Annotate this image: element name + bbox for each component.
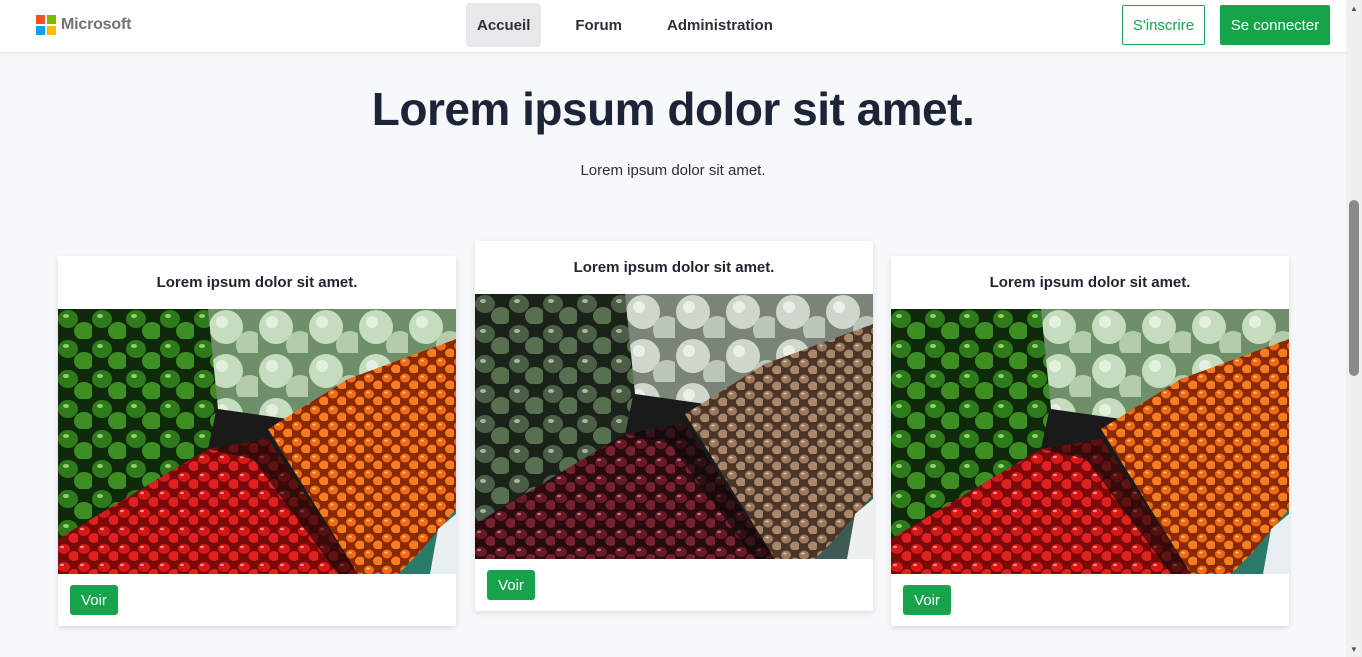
- product-card: Lorem ipsum dolor sit amet. Voir: [475, 241, 873, 611]
- hero-subtitle: Lorem ipsum dolor sit amet.: [580, 162, 766, 179]
- nav-item-forum[interactable]: Forum: [564, 3, 633, 47]
- main-nav: Accueil Forum Administration: [466, 3, 807, 47]
- vegetable-market-image: [891, 309, 1289, 574]
- card-footer: Voir: [475, 559, 873, 611]
- card-title: Lorem ipsum dolor sit amet.: [573, 259, 775, 276]
- scrollbar-thumb[interactable]: [1349, 200, 1359, 376]
- card-footer: Voir: [891, 574, 1289, 626]
- nav-item-administration[interactable]: Administration: [656, 3, 784, 47]
- product-card: Lorem ipsum dolor sit amet. Voir: [891, 256, 1289, 626]
- product-card: Lorem ipsum dolor sit amet. Voir: [58, 256, 456, 626]
- brand-logo[interactable]: Microsoft: [36, 15, 131, 35]
- vegetable-market-image: [58, 309, 456, 574]
- vegetable-market-image: [475, 294, 873, 559]
- top-navbar: Microsoft Accueil Forum Administration S…: [0, 0, 1346, 53]
- signup-button[interactable]: S'inscrire: [1122, 5, 1205, 45]
- voir-button[interactable]: Voir: [487, 570, 535, 600]
- scroll-down-arrow-icon[interactable]: ▼: [1346, 641, 1362, 657]
- brand-name: Microsoft: [61, 16, 132, 33]
- card-footer: Voir: [58, 574, 456, 626]
- hero-title: Lorem ipsum dolor sit amet.: [371, 83, 975, 135]
- voir-button[interactable]: Voir: [70, 585, 118, 615]
- page: Microsoft Accueil Forum Administration S…: [0, 0, 1346, 657]
- login-button[interactable]: Se connecter: [1220, 5, 1330, 45]
- scroll-up-arrow-icon[interactable]: ▲: [1346, 0, 1362, 16]
- nav-item-accueil[interactable]: Accueil: [466, 3, 542, 47]
- voir-button[interactable]: Voir: [903, 585, 951, 615]
- microsoft-logo-icon: [36, 15, 56, 35]
- card-title: Lorem ipsum dolor sit amet.: [156, 274, 358, 291]
- vertical-scrollbar[interactable]: ▲ ▼: [1346, 0, 1362, 657]
- card-title: Lorem ipsum dolor sit amet.: [989, 274, 1191, 291]
